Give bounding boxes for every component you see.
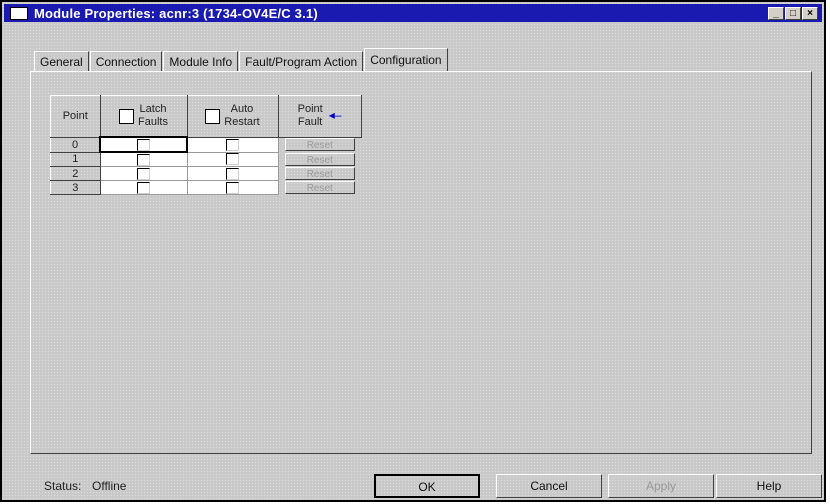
point-number: 2	[50, 166, 101, 181]
auto-restart-cell[interactable]	[186, 180, 279, 195]
latch-faults-checkbox[interactable]	[137, 138, 150, 151]
point-fault-header-line1: Point	[297, 103, 323, 116]
cancel-button[interactable]: Cancel	[496, 474, 602, 498]
auto-restart-checkbox[interactable]	[226, 138, 240, 151]
column-header-point-fault: Point Fault ◂–	[277, 95, 362, 138]
tab-general[interactable]: General	[34, 51, 89, 71]
table-row: 3 Reset	[50, 180, 362, 195]
column-header-latch-faults: Latch Faults	[99, 95, 188, 138]
status-value: Offline	[92, 479, 127, 493]
tab-module-info[interactable]: Module Info	[163, 51, 239, 71]
auto-restart-checkbox[interactable]	[226, 181, 239, 194]
maximize-icon[interactable]: □	[785, 6, 801, 20]
table-row: 0 Reset	[50, 136, 362, 153]
point-configuration-table: Point Latch Faults Auto Restart Point Fault…	[50, 95, 362, 195]
reset-button: Reset	[284, 138, 355, 152]
latch-faults-all-checkbox[interactable]	[119, 108, 135, 124]
point-number: 1	[50, 151, 101, 167]
point-fault-header-line2: Fault	[297, 116, 323, 129]
auto-restart-checkbox[interactable]	[226, 153, 239, 166]
tab-strip: General Connection Module Info Fault/Pro…	[34, 48, 449, 71]
point-header-label: Point	[62, 109, 88, 122]
latch-faults-cell[interactable]	[99, 151, 188, 167]
window-icon	[10, 6, 28, 20]
reset-button: Reset	[284, 167, 355, 180]
auto-restart-header-line1: Auto	[230, 103, 254, 116]
ok-button[interactable]: OK	[374, 474, 480, 498]
auto-restart-cell[interactable]	[186, 151, 279, 167]
latch-faults-checkbox[interactable]	[137, 167, 150, 180]
column-header-point: Point	[50, 95, 101, 138]
left-arrow-icon: ◂–	[328, 108, 342, 123]
point-number: 3	[50, 180, 101, 195]
tab-fault-program-action[interactable]: Fault/Program Action	[239, 51, 364, 71]
auto-restart-cell[interactable]	[186, 136, 279, 153]
latch-faults-cell[interactable]	[99, 166, 188, 181]
apply-button: Apply	[608, 474, 714, 498]
latch-faults-header-line2: Faults	[138, 116, 168, 128]
reset-button: Reset	[284, 152, 355, 166]
latch-faults-checkbox[interactable]	[137, 181, 150, 194]
minimize-icon[interactable]: _	[768, 6, 784, 20]
latch-faults-header-line1: Latch	[139, 103, 167, 115]
reset-button: Reset	[284, 181, 355, 194]
tab-configuration[interactable]: Configuration	[364, 48, 448, 71]
auto-restart-cell[interactable]	[186, 166, 279, 181]
point-fault-cell: Reset	[278, 152, 361, 167]
status-label: Status:	[44, 479, 82, 493]
point-fault-cell: Reset	[278, 181, 361, 195]
close-icon[interactable]: ×	[802, 6, 818, 20]
help-button[interactable]: Help	[716, 474, 822, 498]
auto-restart-checkbox[interactable]	[226, 167, 239, 180]
latch-faults-cell[interactable]	[99, 180, 188, 195]
window-title: Module Properties: acnr:3 (1734-OV4E/C 3…	[34, 5, 318, 21]
auto-restart-header-line2: Restart	[224, 116, 260, 129]
latch-faults-checkbox[interactable]	[137, 153, 150, 166]
title-bar[interactable]: Module Properties: acnr:3 (1734-OV4E/C 3…	[4, 4, 822, 22]
point-fault-cell: Reset	[278, 167, 361, 181]
title-buttons: _ □ ×	[768, 6, 818, 20]
tab-connection[interactable]: Connection	[89, 51, 163, 71]
auto-restart-all-checkbox[interactable]	[205, 108, 221, 124]
table-row: 1 Reset	[50, 151, 362, 167]
point-fault-cell: Reset	[278, 137, 361, 152]
column-header-auto-restart: Auto Restart	[186, 95, 279, 138]
latch-faults-cell[interactable]	[99, 136, 188, 153]
point-number: 0	[50, 136, 101, 153]
table-row: 2 Reset	[50, 166, 362, 181]
